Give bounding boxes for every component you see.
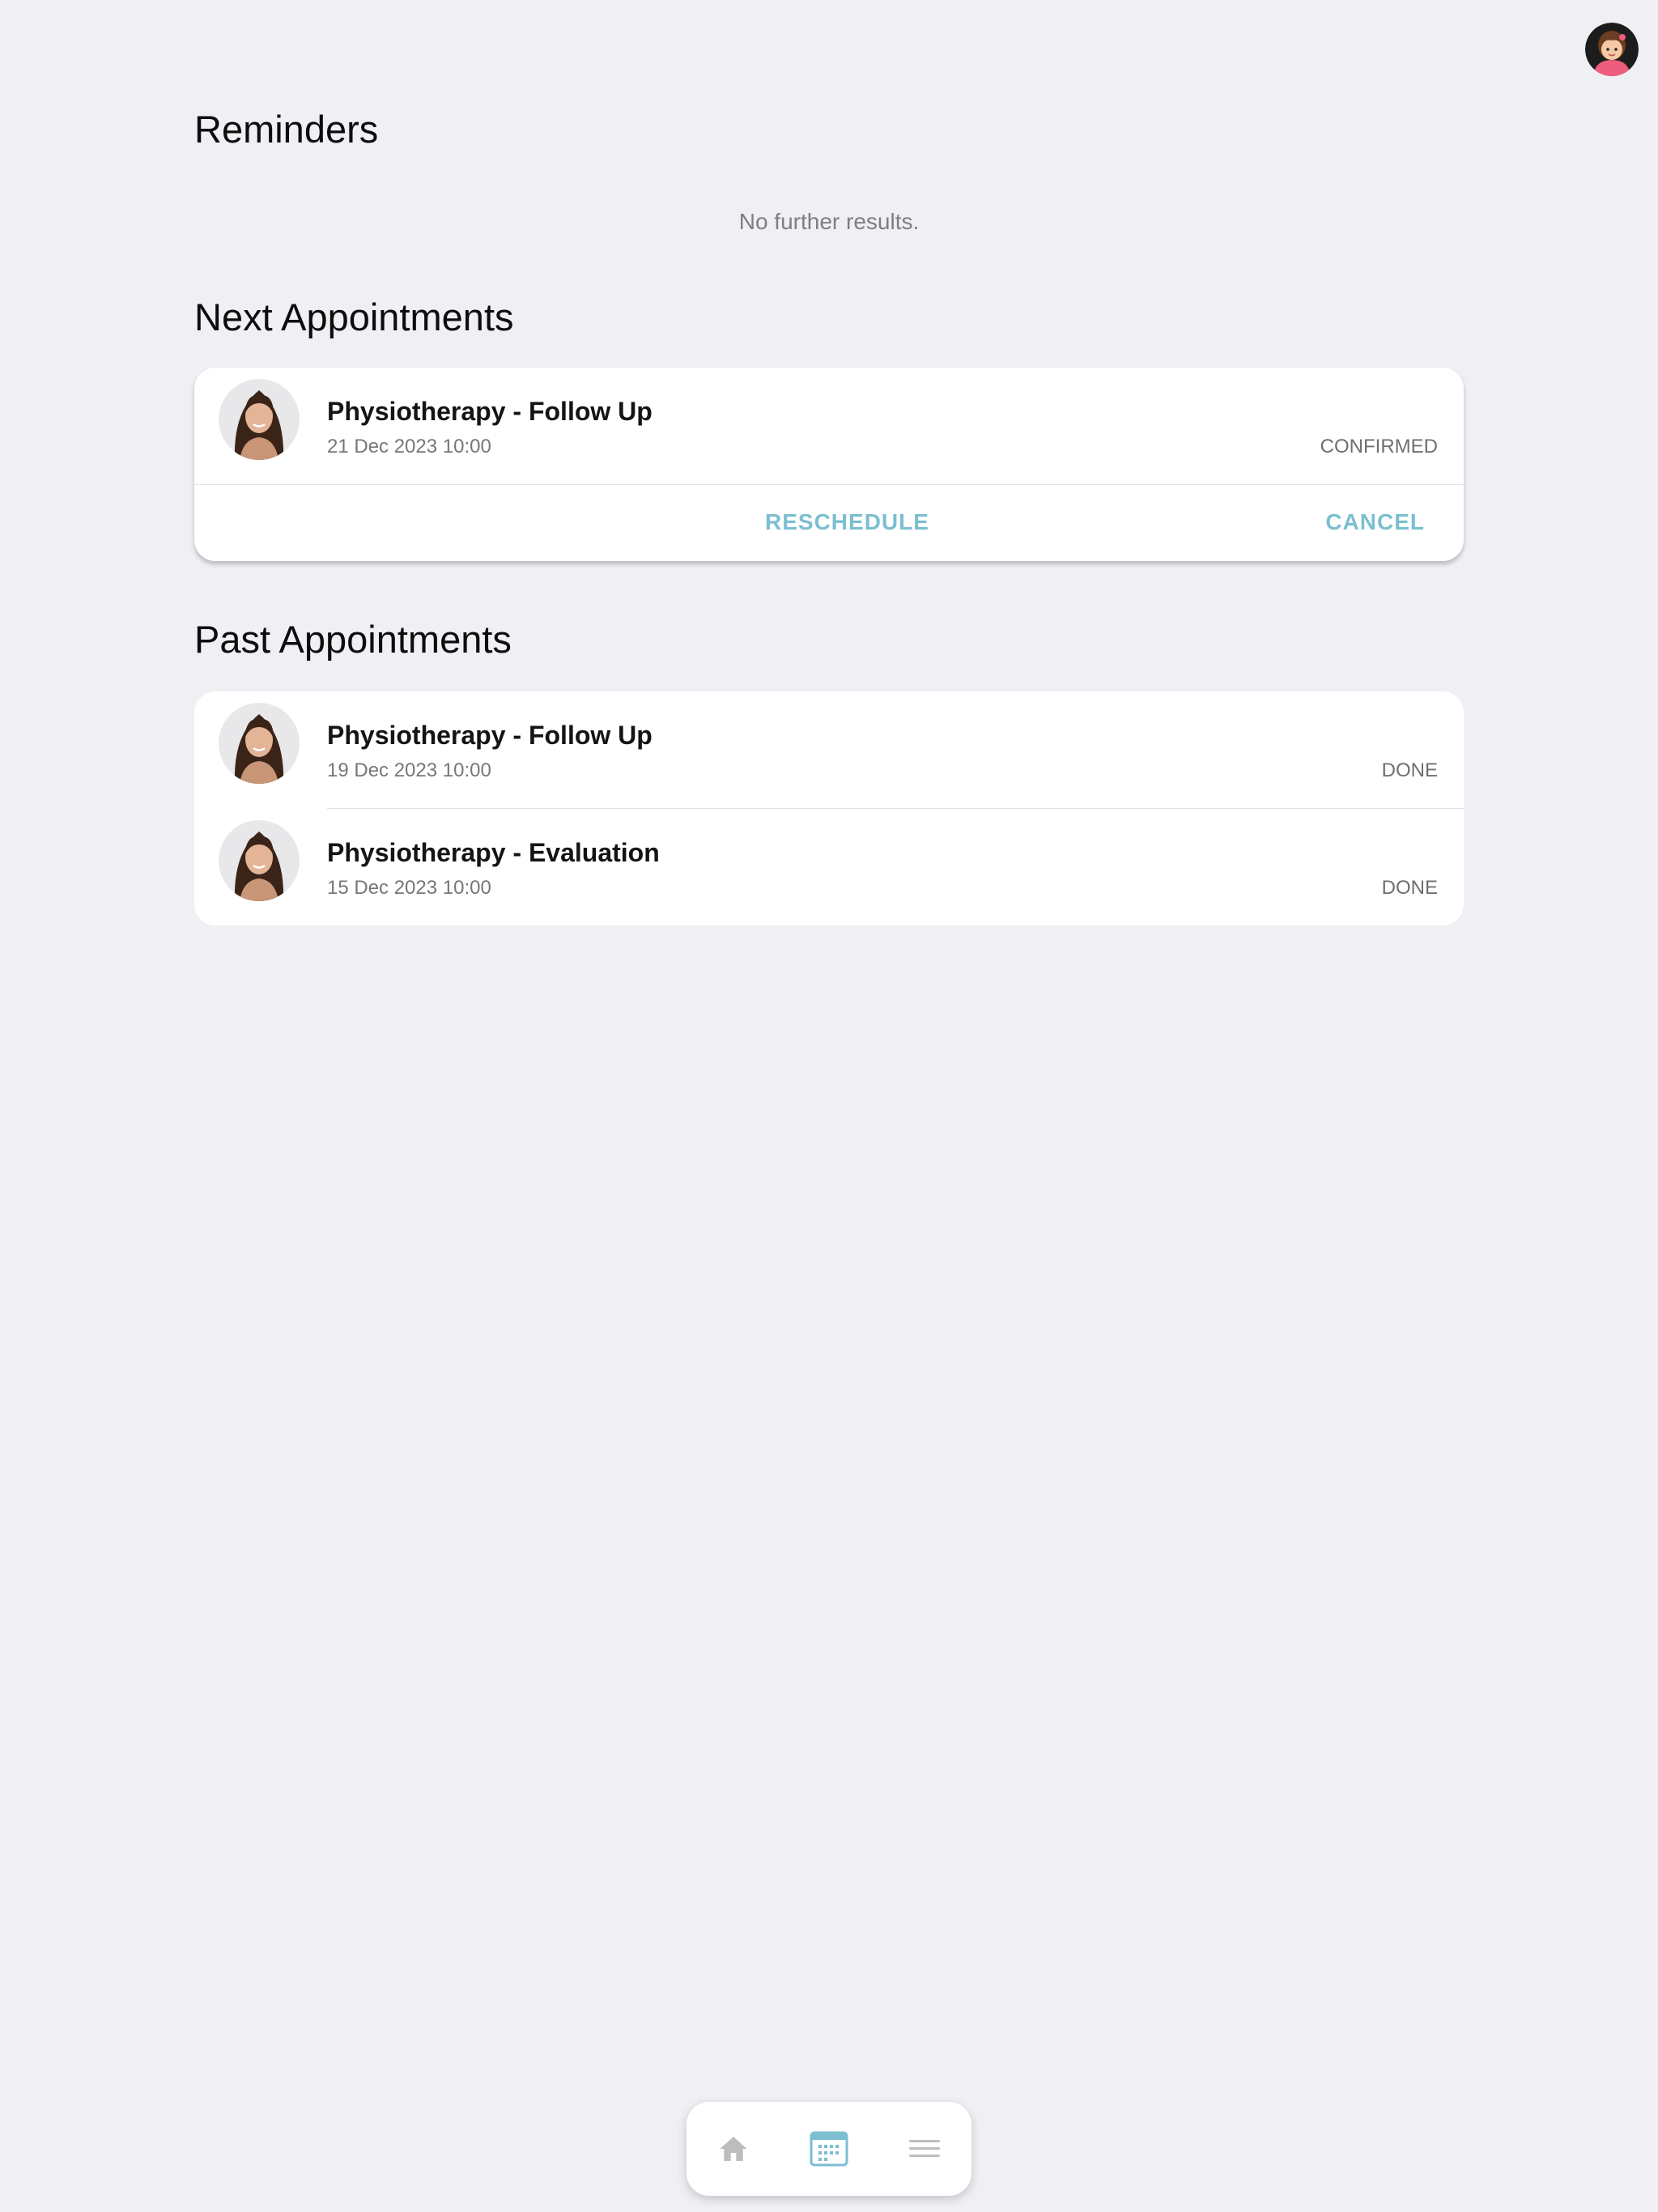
appointment-title: Physiotherapy - Follow Up <box>327 721 653 750</box>
appointment-title: Physiotherapy - Follow Up <box>327 397 653 426</box>
therapist-photo-icon <box>219 703 300 784</box>
past-appointments-title: Past Appointments <box>194 618 512 661</box>
status-badge: DONE <box>1381 877 1438 899</box>
past-appointments-card: Physiotherapy - Follow Up 19 Dec 2023 10… <box>194 691 1464 925</box>
user-avatar[interactable] <box>1585 23 1639 76</box>
therapist-photo-icon <box>219 820 300 901</box>
next-appointments-title: Next Appointments <box>194 296 514 338</box>
home-icon <box>720 2137 747 2161</box>
therapist-avatar <box>219 703 300 784</box>
cancel-button[interactable]: CANCEL <box>1325 509 1425 535</box>
next-appointment-card: Physiotherapy - Follow Up 21 Dec 2023 10… <box>194 368 1464 561</box>
status-badge: DONE <box>1381 759 1438 781</box>
reminders-empty-text: No further results. <box>738 209 920 234</box>
user-avatar-girl-icon <box>1585 23 1639 76</box>
appointment-actions: RESCHEDULE CANCEL <box>194 484 1464 561</box>
nav-home-button[interactable] <box>708 2123 759 2175</box>
menu-icon <box>909 2140 940 2157</box>
bottom-nav <box>687 2102 971 2196</box>
therapist-avatar <box>219 379 300 460</box>
appointment-datetime: 19 Dec 2023 10:00 <box>327 759 491 781</box>
status-badge: CONFIRMED <box>1320 436 1438 457</box>
appointment-row[interactable]: Physiotherapy - Follow Up 19 Dec 2023 10… <box>194 691 1464 808</box>
nav-menu-button[interactable] <box>899 2123 950 2175</box>
nav-calendar-button[interactable] <box>803 2123 855 2175</box>
calendar-icon <box>810 2131 848 2167</box>
therapist-photo-icon <box>219 379 300 460</box>
appointment-datetime: 15 Dec 2023 10:00 <box>327 877 491 899</box>
appointment-datetime: 21 Dec 2023 10:00 <box>327 436 491 457</box>
reminders-title: Reminders <box>194 108 379 151</box>
reschedule-button[interactable]: RESCHEDULE <box>765 509 929 535</box>
appointment-title: Physiotherapy - Evaluation <box>327 838 660 867</box>
appointment-row[interactable]: Physiotherapy - Evaluation 15 Dec 2023 1… <box>194 809 1464 925</box>
therapist-avatar <box>219 820 300 901</box>
appointment-row[interactable]: Physiotherapy - Follow Up 21 Dec 2023 10… <box>194 368 1464 484</box>
